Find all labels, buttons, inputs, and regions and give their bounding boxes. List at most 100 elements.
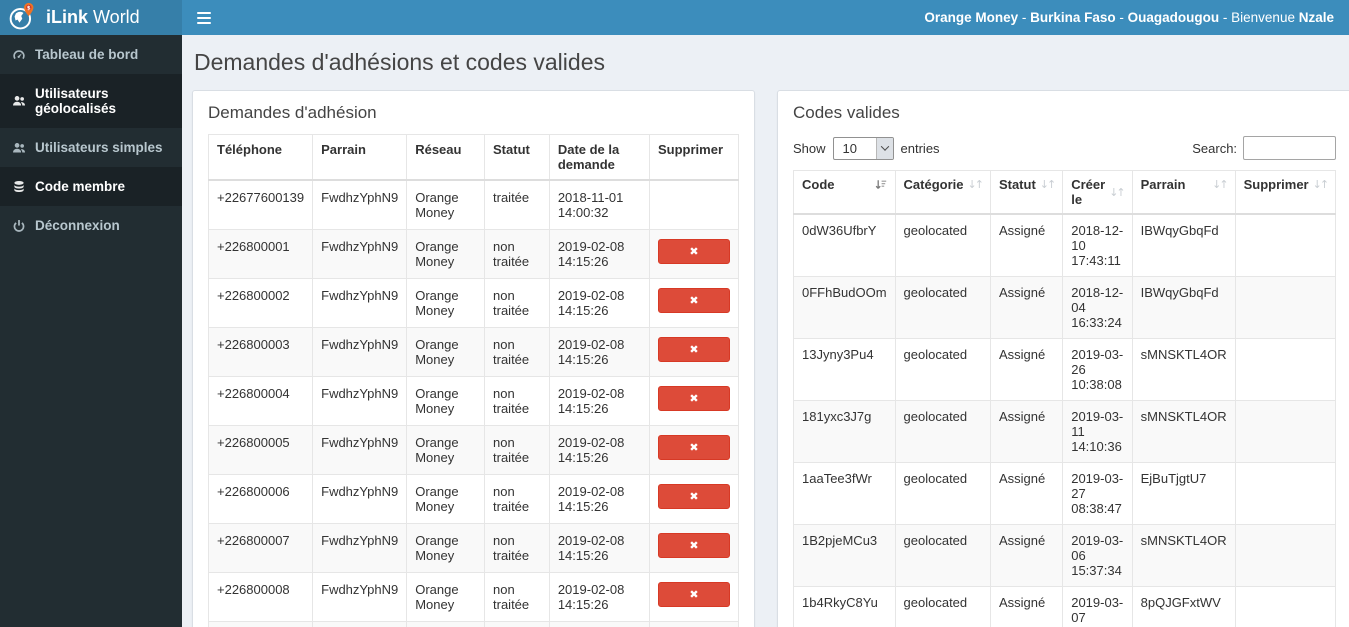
globe-pin-logo-icon: $ <box>8 1 38 35</box>
cell-date: 2019-02-08 14:15:26 <box>548 278 651 328</box>
cell-reseau: Orange Money <box>406 572 486 622</box>
database-icon <box>14 180 24 192</box>
page-title: Demandes d'adhésions et codes valides <box>194 49 605 75</box>
panel-demandes-title: Demandes d'adhésion <box>208 103 377 122</box>
table-row: +226800005 FwdhzYphN9 Orange Money non t… <box>207 425 739 475</box>
cell-parrain: FwdhzYphN9 <box>312 572 408 622</box>
col-header-categorie[interactable]: Catégorie <box>894 170 991 215</box>
cell-statut: traitée <box>484 179 550 230</box>
cell-reseau: Orange Money <box>406 474 486 524</box>
cell-statut: non traitée <box>484 278 550 328</box>
users-icon <box>13 142 26 153</box>
sort-icon <box>1212 178 1226 191</box>
cell-categorie: geolocated <box>894 276 991 339</box>
cell-supprimer <box>649 376 739 426</box>
table-row: +22677600139 FwdhzYphN9 Orange Money tra… <box>207 179 739 230</box>
page-length-select[interactable]: 10 <box>832 136 894 160</box>
logo-area[interactable]: $ iLink World <box>0 0 182 35</box>
cell-statut: Assigné <box>989 586 1064 627</box>
cell-categorie: geolocated <box>894 462 991 525</box>
col-header-creer-le[interactable]: Créer le <box>1062 170 1133 215</box>
cell-date: 2019-02-08 14:15:26 <box>548 523 651 573</box>
cell-reseau: Orange Money <box>406 278 486 328</box>
panel-codes-title: Codes valides <box>793 103 900 122</box>
cell-categorie: geolocated <box>894 524 991 587</box>
table-row: +226800009 FwdhzYphN9 Orange Money non t… <box>207 621 739 627</box>
cell-reseau: Orange Money <box>406 523 486 573</box>
cell-statut: non traitée <box>484 474 550 524</box>
svg-text:$: $ <box>27 5 31 11</box>
table-row: 1B2pjeMCu3 geolocated Assigné 2019-03-06… <box>793 524 1337 587</box>
search-input[interactable] <box>1243 136 1337 160</box>
greeting-label: Bienvenue <box>1231 10 1299 25</box>
cell-supprimer <box>1234 213 1337 277</box>
cell-code: 1aaTee3fWr <box>793 462 896 525</box>
cell-supprimer <box>649 278 739 328</box>
delete-button[interactable] <box>658 386 730 411</box>
delete-button[interactable] <box>658 582 730 607</box>
table-row: +226800004 FwdhzYphN9 Orange Money non t… <box>207 376 739 426</box>
sidebar-item-deconnexion[interactable]: Déconnexion <box>0 206 182 245</box>
cell-date: 2018-11-01 14:00:32 <box>548 179 651 230</box>
col-header-reseau: Réseau <box>406 134 486 181</box>
col-header-supprimer[interactable]: Supprimer <box>1234 170 1337 215</box>
delete-button[interactable] <box>658 533 730 558</box>
cell-statut: non traitée <box>484 425 550 475</box>
sidebar-item-code-membre[interactable]: Code membre <box>0 167 182 206</box>
col-header-statut[interactable]: Statut <box>989 170 1064 215</box>
demandes-table: Téléphone Parrain Réseau Statut Date de … <box>207 134 739 627</box>
panel-demandes-adhesion: Demandes d'adhésion Téléphone Parrain Ré… <box>192 90 755 627</box>
sort-icon <box>968 178 982 191</box>
cell-code: 0dW36UfbrY <box>793 213 896 277</box>
cell-statut: Assigné <box>989 462 1064 525</box>
cell-statut: Assigné <box>989 400 1064 463</box>
delete-button[interactable] <box>658 435 730 460</box>
cell-code: 13Jyny3Pu4 <box>793 338 896 401</box>
table-row: 1aaTee3fWr geolocated Assigné 2019-03-27… <box>793 462 1337 525</box>
user-info: Orange Money - Burkina Faso - Ouagadougo… <box>924 10 1334 25</box>
cell-reseau: Orange Money <box>406 621 486 627</box>
users-icon <box>13 96 26 106</box>
cell-parrain: FwdhzYphN9 <box>312 523 408 573</box>
sidebar-item-tableau-de-bord[interactable]: Tableau de bord <box>0 35 182 74</box>
table-row: +226800006 FwdhzYphN9 Orange Money non t… <box>207 474 739 524</box>
cell-telephone: +226800009 <box>207 621 314 627</box>
table-row: 0dW36UfbrY geolocated Assigné 2018-12-10… <box>793 213 1337 277</box>
cell-code: 1b4RkyC8Yu <box>793 586 896 627</box>
delete-button[interactable] <box>658 337 730 362</box>
col-header-parrain[interactable]: Parrain <box>1131 170 1236 215</box>
brand-title: iLink World <box>46 7 140 27</box>
chevron-down-icon <box>875 137 893 159</box>
sidebar-toggle-hamburger-icon[interactable] <box>195 8 213 28</box>
cell-categorie: geolocated <box>894 213 991 277</box>
cell-date: 2019-03-06 15:37:34 <box>1062 524 1133 587</box>
delete-x-icon <box>689 245 698 258</box>
cell-statut: Assigné <box>989 338 1064 401</box>
delete-button[interactable] <box>658 239 730 264</box>
cell-telephone: +22677600139 <box>207 179 314 230</box>
cell-telephone: +226800005 <box>207 425 314 475</box>
delete-button[interactable] <box>658 484 730 509</box>
table-row: +226800002 FwdhzYphN9 Orange Money non t… <box>207 278 739 328</box>
delete-button[interactable] <box>658 288 730 313</box>
cell-statut: Assigné <box>989 276 1064 339</box>
demandes-table-body: +22677600139 FwdhzYphN9 Orange Money tra… <box>207 179 739 627</box>
col-header-supprimer: Supprimer <box>649 134 739 181</box>
page-length-control: Show 10 entries <box>793 136 940 160</box>
cell-date: 2019-03-26 10:38:08 <box>1062 338 1133 401</box>
cell-date: 2019-02-08 14:15:26 <box>548 572 651 622</box>
cell-telephone: +226800007 <box>207 523 314 573</box>
cell-parrain: FwdhzYphN9 <box>312 376 408 426</box>
cell-statut: non traitée <box>484 229 550 279</box>
cell-categorie: geolocated <box>894 586 991 627</box>
sidebar-item-utilisateurs-simples[interactable]: Utilisateurs simples <box>0 128 182 167</box>
username-label: Nzale <box>1298 10 1334 25</box>
demandes-header-row: Téléphone Parrain Réseau Statut Date de … <box>207 134 739 181</box>
cell-categorie: geolocated <box>894 338 991 401</box>
col-header-code[interactable]: Code <box>793 170 896 215</box>
cell-reseau: Orange Money <box>406 229 486 279</box>
sidebar-item-utilisateurs-geolocalises[interactable]: Utilisateurs géolocalisés <box>0 74 182 128</box>
cell-parrain: FwdhzYphN9 <box>312 327 408 377</box>
cell-supprimer <box>649 425 739 475</box>
cell-date: 2019-02-08 14:15:26 <box>548 327 651 377</box>
